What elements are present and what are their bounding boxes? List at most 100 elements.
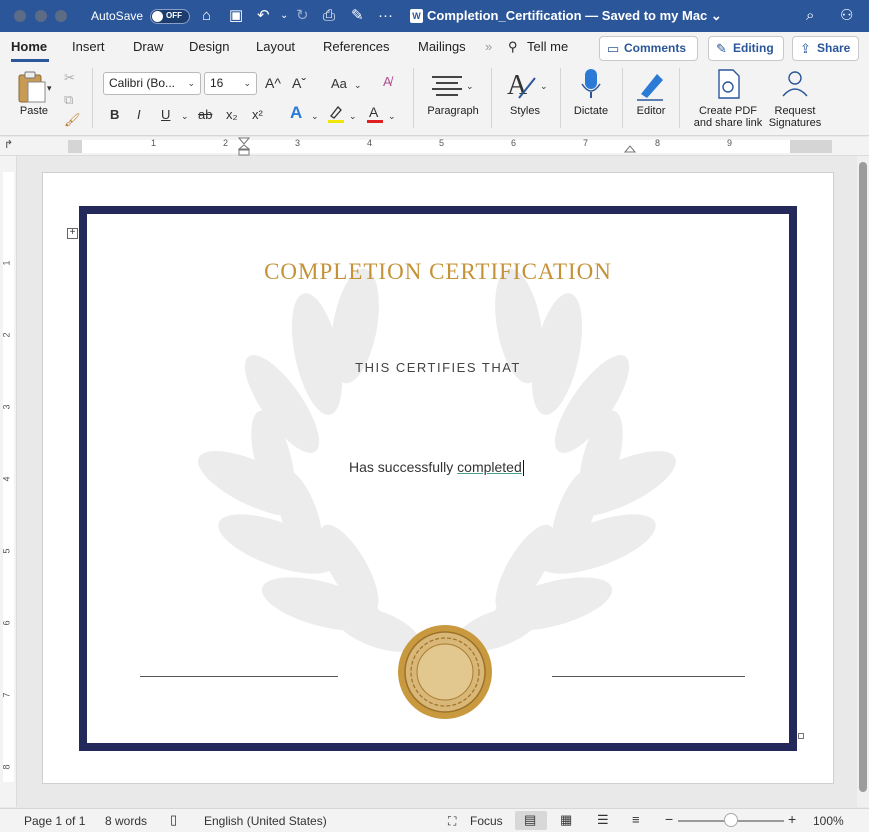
redo-icon[interactable]: ↻ <box>296 6 309 26</box>
body-prefix-text: Has successfully <box>349 459 458 475</box>
ribbon-separator <box>560 68 561 128</box>
proofing-icon[interactable]: ▯ <box>170 812 177 828</box>
subscript-icon[interactable]: x₂ <box>226 107 238 123</box>
ruler-number: 7 <box>583 138 589 148</box>
text-effects-icon[interactable]: A <box>290 104 302 121</box>
autosave-toggle[interactable]: OFF <box>150 9 190 24</box>
tab-mailings[interactable]: Mailings <box>418 39 466 54</box>
zoom-slider-thumb[interactable] <box>724 813 738 827</box>
chevron-down-icon[interactable]: ⌄ <box>388 108 396 124</box>
chevron-down-icon[interactable]: ⌄ <box>311 108 319 124</box>
chevron-down-icon: ⌄ <box>187 78 195 88</box>
certificate-title[interactable]: COMPLETION CERTIFICATION <box>87 259 789 285</box>
vertical-scrollbar[interactable] <box>857 156 869 807</box>
table-resize-handle[interactable] <box>798 733 804 739</box>
right-indent-marker-icon[interactable] <box>624 143 636 153</box>
zoom-window-button[interactable] <box>55 10 67 22</box>
chevron-down-icon[interactable]: ⌄ <box>349 108 357 124</box>
search-icon[interactable]: ⌕ <box>806 6 814 26</box>
tab-references[interactable]: References <box>323 39 389 54</box>
pdf-icon[interactable] <box>715 68 743 102</box>
change-case-icon[interactable]: Aa <box>331 76 347 92</box>
microphone-icon[interactable] <box>580 68 602 102</box>
more-tabs-icon[interactable]: » <box>485 39 492 54</box>
chevron-down-icon[interactable]: ⌄ <box>466 78 474 94</box>
ribbon-separator <box>413 68 414 128</box>
minimize-window-button[interactable] <box>35 10 47 22</box>
editing-button[interactable]: ✎ Editing <box>708 36 784 61</box>
request-signatures-label-2: Signatures <box>768 117 822 129</box>
copy-icon[interactable]: ⧉ <box>64 92 73 108</box>
tab-draw[interactable]: Draw <box>133 39 163 54</box>
tab-home[interactable]: Home <box>11 39 47 54</box>
zoom-out-icon[interactable]: − <box>665 811 673 827</box>
undo-icon[interactable]: ↶ <box>257 6 270 26</box>
edit-icon[interactable]: ✎ <box>351 6 364 26</box>
document-title[interactable]: Completion_Certification — Saved to my M… <box>427 8 722 24</box>
web-layout-icon[interactable]: ▦ <box>560 812 572 828</box>
shrink-font-icon[interactable]: Aˇ <box>292 75 306 91</box>
format-painter-icon[interactable]: 🖌 <box>64 112 81 128</box>
draft-view-icon[interactable]: ≡ <box>632 812 640 827</box>
strikethrough-icon[interactable]: ab <box>198 107 212 123</box>
svg-text:A: A <box>369 104 379 120</box>
tab-insert[interactable]: Insert <box>72 39 105 54</box>
share-label: Share <box>817 41 851 55</box>
tab-layout[interactable]: Layout <box>256 39 295 54</box>
zoom-level[interactable]: 100% <box>813 814 844 828</box>
paste-options-chevron-icon[interactable]: ▾ <box>47 80 52 96</box>
certificate-border: COMPLETION CERTIFICATION THIS CERTIFIES … <box>79 206 797 751</box>
font-color-icon[interactable]: A <box>366 104 384 124</box>
highlight-icon[interactable] <box>327 104 345 124</box>
certificate-subtitle[interactable]: THIS CERTIFIES THAT <box>87 360 789 375</box>
language-indicator[interactable]: English (United States) <box>204 814 327 828</box>
styles-icon[interactable]: A <box>505 68 539 102</box>
chevron-down-icon[interactable]: ⌄ <box>540 78 548 94</box>
chevron-down-icon[interactable]: ⌄ <box>181 108 189 124</box>
italic-icon[interactable]: I <box>137 107 141 123</box>
focus-icon[interactable]: ⛶ <box>448 814 456 829</box>
indent-marker-icon[interactable] <box>238 137 250 156</box>
page-count[interactable]: Page 1 of 1 <box>24 814 85 828</box>
superscript-icon[interactable]: x² <box>252 107 263 123</box>
grow-font-icon[interactable]: A^ <box>265 75 281 91</box>
ribbon-home: Paste ▾ ✂ ⧉ 🖌 Calibri (Bo... ⌄ 16 ⌄ A^ A… <box>0 62 869 136</box>
zoom-in-icon[interactable]: + <box>788 811 796 827</box>
paragraph-icon[interactable] <box>432 74 464 98</box>
outline-view-icon[interactable]: ☰ <box>597 812 609 828</box>
ruler-number: 7 <box>1 692 12 698</box>
print-icon[interactable]: ⎙ <box>323 6 335 26</box>
font-size-select[interactable]: 16 ⌄ <box>204 72 257 95</box>
focus-mode-button[interactable]: Focus <box>470 814 503 828</box>
account-icon[interactable]: ⚇ <box>840 6 853 26</box>
word-doc-icon: W <box>410 9 423 23</box>
tell-me-search[interactable]: Tell me <box>527 39 568 54</box>
horizontal-ruler[interactable]: ↱ 1 2 3 4 5 6 7 8 9 <box>0 137 869 156</box>
undo-dropdown-icon[interactable]: ⌄ <box>280 6 288 26</box>
home-icon[interactable]: ⌂ <box>202 6 211 26</box>
underline-icon[interactable]: U <box>161 107 170 123</box>
bold-icon[interactable]: B <box>110 107 119 123</box>
certificate-body-text[interactable]: Has successfully completed <box>349 459 524 477</box>
document-page[interactable]: + COMPLETION CERTIFICATION THIS CERTIFIE… <box>42 172 834 784</box>
close-window-button[interactable] <box>14 10 26 22</box>
table-move-handle[interactable]: + <box>67 228 78 239</box>
comments-button[interactable]: ▭ Comments <box>599 36 698 61</box>
signature-icon[interactable] <box>779 68 811 102</box>
scrollbar-thumb[interactable] <box>859 162 867 792</box>
share-button[interactable]: ⇪ Share <box>792 36 859 61</box>
cut-icon[interactable]: ✂ <box>64 70 75 86</box>
clear-formatting-icon[interactable]: A̸ <box>383 74 392 90</box>
word-count[interactable]: 8 words <box>105 814 147 828</box>
styles-label: Styles <box>510 105 540 117</box>
chevron-down-icon[interactable]: ⌄ <box>354 77 362 93</box>
font-name-select[interactable]: Calibri (Bo... ⌄ <box>103 72 201 95</box>
vertical-ruler[interactable]: 1 2 3 4 5 6 7 8 <box>0 156 17 807</box>
tab-stop-selector-icon[interactable]: ↱ <box>4 138 13 151</box>
more-icon[interactable]: ··· <box>378 6 393 26</box>
print-layout-icon[interactable]: ▤ <box>524 812 536 828</box>
text-cursor <box>522 460 524 477</box>
editor-icon[interactable] <box>635 68 667 102</box>
tab-design[interactable]: Design <box>189 39 229 54</box>
save-icon[interactable]: ▣ <box>229 6 243 26</box>
